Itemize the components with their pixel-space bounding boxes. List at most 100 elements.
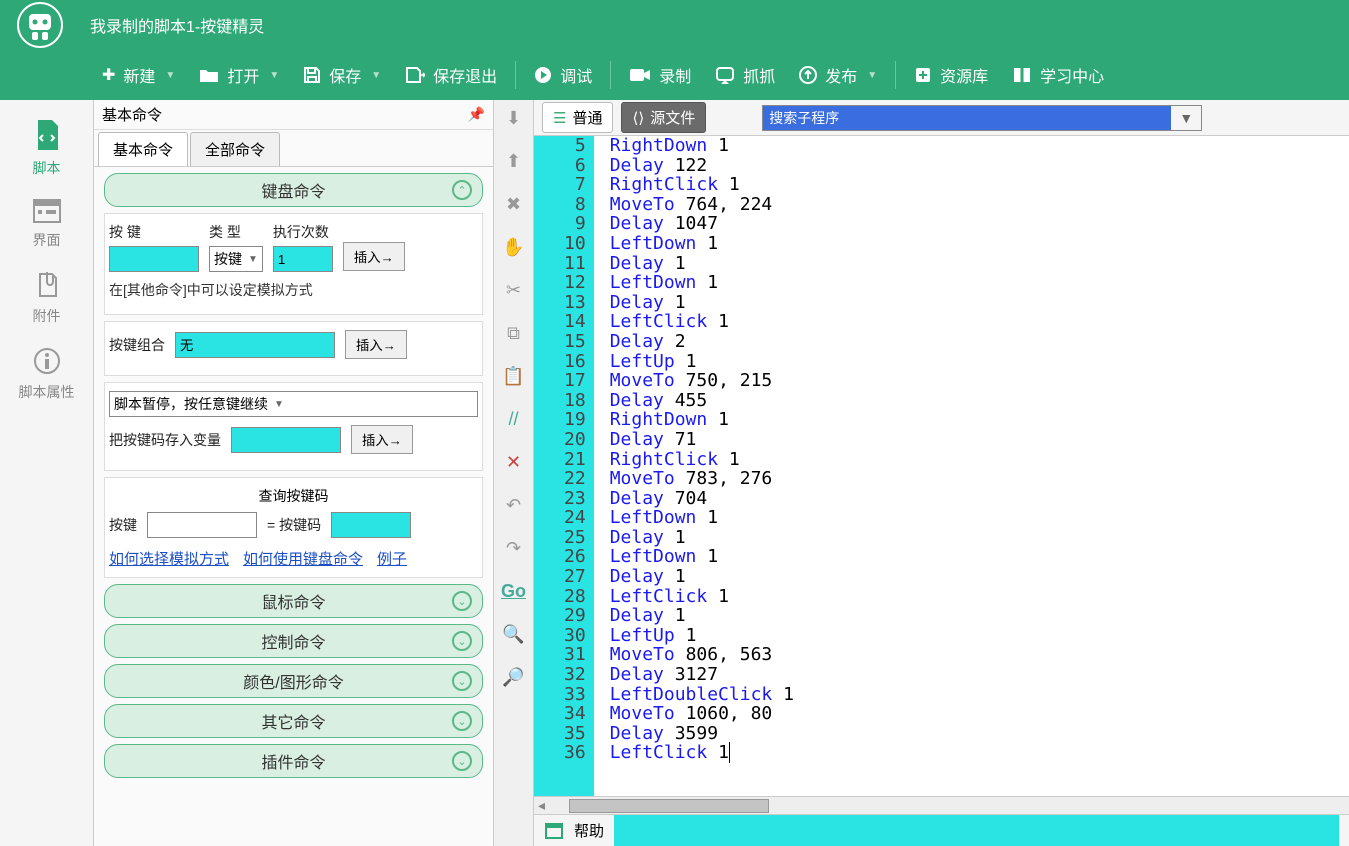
publish-icon [799,66,817,84]
link-keyboard-cmd[interactable]: 如何使用键盘命令 [243,548,363,569]
help-icon[interactable] [544,822,564,840]
plus-icon: ✚ [102,65,115,85]
rail-ui[interactable]: 界面 [0,188,93,260]
help-content [614,815,1339,846]
play-icon [534,66,552,84]
grab-button[interactable]: 抓抓 [703,57,787,93]
expand-icon: ⌄ [452,591,472,611]
mode-source-button[interactable]: ⟨⟩源文件 [621,102,706,133]
go-icon[interactable]: Go [501,581,526,602]
open-button[interactable]: 打开▼ [187,57,291,93]
chevron-down-icon: ▼ [248,254,258,265]
lookup-key-input[interactable] [147,512,257,538]
group-control[interactable]: 控制命令⌄ [104,624,483,658]
pause-form: 脚本暂停，按任意键继续▼ 把按键码存入变量 插入→ [104,382,483,471]
tab-all[interactable]: 全部命令 [190,132,280,166]
panel-tabs: 基本命令 全部命令 [94,130,493,167]
save-exit-button[interactable]: 保存退出 [393,57,509,93]
group-plugin[interactable]: 插件命令⌄ [104,744,483,778]
lookup-form: 查询按键码 按键 = 按键码 如何选择模拟方式 如何使用键盘命令 例子 [104,477,483,578]
pin-icon[interactable]: 📌 [468,106,485,123]
book-icon [1012,66,1032,84]
rail-script[interactable]: 脚本 [0,108,93,188]
combo-input[interactable] [175,332,335,358]
key-input[interactable] [109,246,199,272]
separator [895,61,896,89]
resources-icon [914,66,932,84]
learn-button[interactable]: 学习中心 [1000,57,1116,93]
cut-icon[interactable]: ✂ [506,280,521,301]
chevron-down-icon: ▼ [274,399,284,410]
keyboard-form: 按 键 类 型按键▼ 执行次数 插入→ 在[其他命令]中可以设定模拟方式 [104,213,483,315]
find-icon[interactable]: 🔍 [502,624,524,645]
mid-toolbar: ⬇ ⬆ ✖ ✋ ✂ ⧉ 📋 // ✕ ↶ ↷ Go 🔍 🔎 [494,100,534,846]
lookup-code-output [331,512,411,538]
combo-label: 按键组合 [109,335,165,355]
uncomment-icon[interactable]: ✕ [506,452,521,473]
comment-icon[interactable]: // [508,409,518,430]
arrow-down-icon[interactable]: ⬇ [506,108,521,129]
scroll-thumb[interactable] [569,799,769,813]
line-gutter: 5678910111213141516171819202122232425262… [534,136,594,796]
copy-icon[interactable]: ⧉ [507,323,520,344]
rail-attach[interactable]: 附件 [0,260,93,336]
insert-button[interactable]: 插入→ [351,425,413,454]
chevron-down-icon: ▼ [371,70,381,81]
resources-button[interactable]: 资源库 [902,57,1000,93]
save-exit-icon [405,66,425,84]
link-sim-mode[interactable]: 如何选择模拟方式 [109,548,229,569]
rail-props[interactable]: 脚本属性 [0,336,93,412]
debug-button[interactable]: 调试 [522,57,604,93]
record-icon [629,67,651,83]
panel-body: 键盘命令⌃ 按 键 类 型按键▼ 执行次数 插入→ 在[其他命令]中可以设定模拟… [94,167,493,846]
ui-icon [32,198,62,224]
code-editor[interactable]: 5678910111213141516171819202122232425262… [534,136,1349,796]
toolbar: ✚新建▼ 打开▼ 保存▼ 保存退出 调试 录制 抓抓 发布▼ 资源库 学习中心 [0,50,1349,100]
info-icon [32,346,62,376]
script-icon [30,118,64,152]
pause-select[interactable]: 脚本暂停，按任意键继续▼ [109,391,478,417]
type-label: 类 型 [209,222,263,242]
key-label: 按 键 [109,222,199,242]
horizontal-scrollbar[interactable]: ◂ [534,796,1349,814]
insert-button[interactable]: 插入→ [345,330,407,359]
arrow-up-icon[interactable]: ⬆ [506,151,521,172]
chevron-down-icon: ▼ [1171,110,1201,126]
save-button[interactable]: 保存▼ [291,57,393,93]
group-other[interactable]: 其它命令⌄ [104,704,483,738]
chevron-down-icon: ▼ [165,70,175,81]
mode-normal-button[interactable]: ☰普通 [542,102,613,133]
search-subroutine[interactable]: 搜索子程序 ▼ [762,105,1202,131]
find-next-icon[interactable]: 🔎 [502,667,524,688]
var-input[interactable] [231,427,341,453]
insert-button[interactable]: 插入→ [343,242,405,271]
paste-icon[interactable]: 📋 [502,366,524,387]
hand-icon[interactable]: ✋ [502,237,524,258]
scroll-left-icon[interactable]: ◂ [534,797,549,814]
record-button[interactable]: 录制 [617,57,703,93]
type-select[interactable]: 按键▼ [209,246,263,272]
code-lines[interactable]: RightDown 1Delay 122RightClick 1MoveTo 7… [594,136,1349,796]
separator [610,61,611,89]
separator [515,61,516,89]
redo-icon[interactable]: ↷ [506,538,521,559]
link-example[interactable]: 例子 [377,548,407,569]
undo-icon[interactable]: ↶ [506,495,521,516]
command-panel: 基本命令 📌 基本命令 全部命令 键盘命令⌃ 按 键 类 型按键▼ 执行次数 插… [94,100,494,846]
group-color[interactable]: 颜色/图形命令⌄ [104,664,483,698]
editor-tabs: ☰普通 ⟨⟩源文件 搜索子程序 ▼ [534,100,1349,136]
chevron-down-icon: ▼ [867,70,877,81]
lookup-title: 查询按键码 [109,486,478,506]
new-button[interactable]: ✚新建▼ [90,57,187,93]
publish-button[interactable]: 发布▼ [787,57,889,93]
collapse-icon: ⌃ [452,180,472,200]
count-input[interactable] [273,246,333,272]
tab-basic[interactable]: 基本命令 [98,132,188,166]
attach-icon [34,270,60,300]
delete-icon[interactable]: ✖ [506,194,521,215]
title-bar: 我录制的脚本1-按键精灵 [0,0,1349,50]
group-keyboard[interactable]: 键盘命令⌃ [104,173,483,207]
store-label: 把按键码存入变量 [109,430,221,450]
group-mouse[interactable]: 鼠标命令⌄ [104,584,483,618]
list-icon: ☰ [553,109,566,127]
